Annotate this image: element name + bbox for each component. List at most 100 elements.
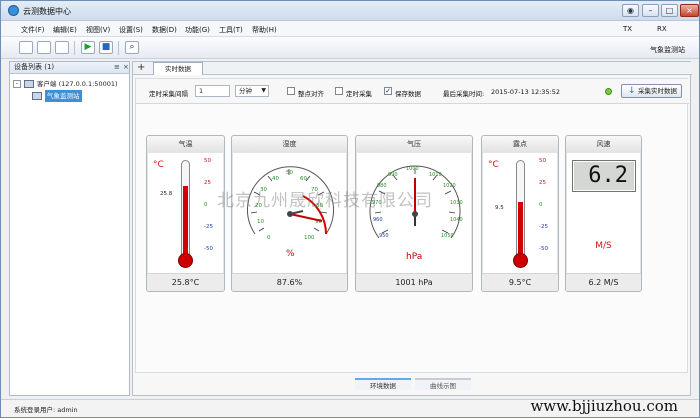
- dew-tick-5: -50: [539, 246, 548, 252]
- document-tabs: + 实时数据: [133, 62, 692, 75]
- wind-speed-title: 风速: [566, 136, 641, 152]
- temperature-card: 气温 °C 25.8 50 25 0 -25 -50 25.8°C: [146, 135, 225, 292]
- humidity-dial: 0 10 20 30 40 50 60 70 80 90 100 %: [247, 166, 334, 259]
- collect-realtime-button[interactable]: ↓ 采集实时数据: [621, 84, 682, 98]
- client-tree-item[interactable]: - 客户端 (127.0.0.1:50001): [13, 78, 118, 90]
- dew-tick-1: 50: [539, 158, 546, 164]
- login-user-status: 系统登录用户: admin: [14, 406, 78, 414]
- temperature-fill: [183, 186, 188, 259]
- temp-tick-2: 25: [204, 180, 211, 186]
- temp-tick-1: 50: [204, 158, 211, 164]
- dew-tick-3: 0: [539, 202, 543, 208]
- menu-help[interactable]: 帮助(H): [252, 25, 277, 35]
- pin-icon[interactable]: ≡: [114, 62, 120, 73]
- dew-point-card: 露点 °C 9.5 50 25 0 -25 -50 9.5°C: [481, 135, 559, 292]
- search-icon[interactable]: ⌕: [125, 41, 139, 54]
- align-hour-label: 整点对齐: [298, 90, 324, 98]
- app-icon: [8, 5, 19, 16]
- main-workspace: + 实时数据 定时采集间隔 1 分钟 ▼ 整点对齐 定时采集 ✓ 保存数据 最后采…: [132, 61, 692, 396]
- pressure-tick-960: 960: [373, 217, 383, 223]
- delete-device-icon[interactable]: [55, 41, 69, 54]
- new-tab-button[interactable]: +: [137, 62, 145, 74]
- computer-icon: [24, 80, 34, 88]
- temperature-unit: °C: [153, 160, 164, 170]
- panel-close-icon[interactable]: ×: [123, 62, 129, 73]
- device-list-title: 设备列表 (1): [14, 63, 55, 71]
- menu-tools[interactable]: 工具(T): [219, 25, 243, 35]
- temp-tick-5: -50: [204, 246, 213, 252]
- wind-speed-unit: M/S: [595, 241, 612, 251]
- menu-file[interactable]: 文件(F): [21, 25, 45, 35]
- humidity-unit: %: [286, 249, 295, 259]
- temperature-gauge: °C 25.8 50 25 0 -25 -50: [148, 153, 223, 273]
- timed-collection-checkbox[interactable]: [335, 87, 343, 95]
- pressure-unit: hPa: [406, 252, 422, 262]
- dew-point-value: 9.5°C: [482, 273, 558, 291]
- bottom-view-tabs: 环境数据 曲线示图: [355, 378, 477, 391]
- dew-point-unit: °C: [488, 160, 499, 170]
- temperature-thermometer-tube: [181, 160, 190, 260]
- maximize-button[interactable]: □: [661, 4, 678, 17]
- edit-device-icon[interactable]: [37, 41, 51, 54]
- company-watermark: 北京九州晟欣科技有限公司: [217, 191, 433, 211]
- interval-unit-value: 分钟: [239, 87, 252, 95]
- menu-view[interactable]: 视图(V): [86, 25, 110, 35]
- menu-functions[interactable]: 功能(G): [185, 25, 210, 35]
- current-station-label: 气象监测站: [650, 46, 685, 54]
- humidity-needle: [289, 213, 323, 222]
- skin-button[interactable]: ◉: [622, 4, 639, 17]
- stop-icon[interactable]: ■: [99, 41, 113, 54]
- start-icon[interactable]: ▶: [81, 41, 95, 54]
- collection-controls: 定时采集间隔 1 分钟 ▼ 整点对齐 定时采集 ✓ 保存数据 最后采集时间: 20…: [136, 79, 689, 104]
- interval-unit-select[interactable]: 分钟 ▼: [235, 85, 269, 97]
- tab-environment-data[interactable]: 环境数据: [355, 378, 411, 390]
- align-hour-checkbox[interactable]: [287, 87, 295, 95]
- temperature-value: 25.8°C: [147, 273, 224, 291]
- pressure-gauge: 950 960 970 980 990 1000 1010 1020 1030 …: [357, 153, 471, 273]
- tab-realtime-data[interactable]: 实时数据: [153, 62, 203, 75]
- tab-curve-chart[interactable]: 曲线示图: [415, 378, 471, 390]
- pressure-tick-1030: 1030: [450, 200, 463, 206]
- add-device-icon[interactable]: [19, 41, 33, 54]
- window-title: 云测数据中心: [23, 7, 71, 16]
- toolbar: ▶ ■ ⌕ 气象监测站: [1, 37, 699, 59]
- menu-edit[interactable]: 编辑(E): [53, 25, 77, 35]
- device-tree: - 客户端 (127.0.0.1:50001) 气象监测站: [13, 78, 118, 102]
- menu-data[interactable]: 数据(D): [152, 25, 177, 35]
- pressure-value: 1001 hPa: [356, 273, 472, 291]
- collapse-icon[interactable]: -: [13, 80, 21, 88]
- tx-indicator: TX: [623, 25, 633, 33]
- toolbar-separator: [74, 41, 75, 55]
- last-collection-time: 2015-07-13 12:35:52: [491, 88, 561, 96]
- toolbar-separator: [118, 41, 119, 55]
- pressure-title: 气压: [356, 136, 472, 152]
- temperature-title: 气温: [147, 136, 224, 152]
- title-bar: 云测数据中心 ◉ – □ ×: [1, 1, 699, 21]
- temp-tick-4: -25: [204, 224, 213, 230]
- interval-label: 定时采集间隔: [149, 90, 188, 98]
- dew-point-thermometer-tube: [516, 160, 525, 260]
- menu-settings[interactable]: 设置(S): [119, 25, 143, 35]
- save-data-checkbox[interactable]: ✓: [384, 87, 392, 95]
- save-data-label: 保存数据: [395, 90, 421, 98]
- pressure-tick-990: 990: [388, 172, 398, 178]
- close-button[interactable]: ×: [680, 4, 699, 17]
- interval-input[interactable]: 1: [195, 85, 230, 97]
- humidity-value: 87.6%: [232, 273, 347, 291]
- humidity-tick-50: 50: [286, 170, 293, 176]
- humidity-tick-100: 100: [304, 235, 315, 241]
- humidity-tick-60: 60: [300, 176, 307, 182]
- chevron-down-icon: ▼: [261, 87, 266, 94]
- wind-speed-card: 风速 6.2 M/S 6.2 M/S: [565, 135, 642, 292]
- temp-tick-3: 0: [204, 202, 208, 208]
- wind-speed-display: 6.2 M/S: [567, 153, 640, 273]
- dew-tick-4: -25: [539, 224, 548, 230]
- status-ok-icon: [605, 88, 612, 95]
- temperature-bulb: [178, 253, 193, 268]
- pressure-tick-1050: 1050: [441, 233, 454, 239]
- humidity-card: 湿度 0 10 20 30 40 50 60 70 80 90 100 % 87…: [231, 135, 348, 292]
- humidity-tick-0: 0: [267, 235, 271, 241]
- rx-indicator: RX: [657, 25, 667, 33]
- minimize-button[interactable]: –: [642, 4, 659, 17]
- dew-point-bulb: [513, 253, 528, 268]
